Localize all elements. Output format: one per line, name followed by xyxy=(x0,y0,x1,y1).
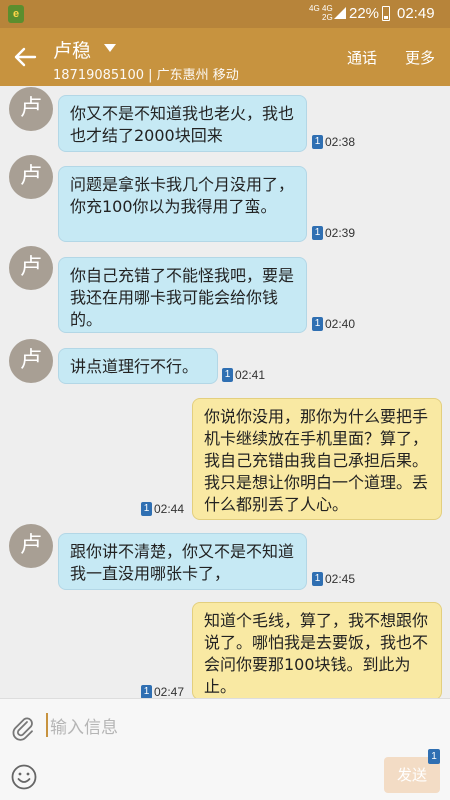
message-meta: 1 02:41 xyxy=(222,367,265,382)
message-time: 02:45 xyxy=(325,571,356,586)
contact-avatar[interactable]: 卢 xyxy=(9,87,53,131)
battery-percent: 22% xyxy=(349,5,380,22)
sim-1-icon: 1 xyxy=(312,134,323,149)
incoming-message-bubble[interactable]: 讲点道理行不行。 xyxy=(58,348,218,384)
dropdown-caret-icon[interactable] xyxy=(104,44,116,52)
attachment-icon[interactable] xyxy=(10,715,36,741)
message-time: 02:40 xyxy=(325,316,356,331)
message-meta: 1 02:39 xyxy=(312,225,355,240)
sim-1-icon[interactable]: 1 xyxy=(428,749,440,764)
message-time: 02:41 xyxy=(235,367,266,382)
message-meta: 1 02:44 xyxy=(141,501,184,516)
emoji-icon[interactable] xyxy=(10,763,38,791)
outgoing-message-bubble[interactable]: 你说你没用，那你为什么要把手机卡继续放在手机里面？算了，我自己充错由我自己承担后… xyxy=(192,398,442,520)
message-time: 02:38 xyxy=(325,134,356,149)
sim-1-icon: 1 xyxy=(312,225,323,240)
sim-1-icon: 1 xyxy=(312,316,323,331)
message-time: 02:47 xyxy=(154,684,185,699)
contact-phone-location: 18719085100 | 广东惠州 移动 xyxy=(53,68,239,83)
contact-avatar[interactable]: 卢 xyxy=(9,524,53,568)
message-meta: 1 02:47 xyxy=(141,684,184,699)
chat-header: 卢稳 18719085100 | 广东惠州 移动 通话 更多 xyxy=(0,28,450,86)
compose-bar: 输入信息 xyxy=(0,698,450,800)
app-notification-icon: e xyxy=(8,5,24,23)
sim-1-icon: 1 xyxy=(141,501,152,516)
incoming-message-bubble[interactable]: 问题是拿张卡我几个月没用了，你充100你以为我得用了蛮。 xyxy=(58,166,307,242)
message-time: 02:44 xyxy=(154,501,185,516)
call-button[interactable]: 通话 xyxy=(347,47,377,68)
sim-1-icon: 1 xyxy=(222,367,233,382)
contact-avatar[interactable]: 卢 xyxy=(9,339,53,383)
incoming-message-bubble[interactable]: 你又不是不知道我也老火，我也也才结了2000块回来 xyxy=(58,95,307,152)
back-arrow-icon[interactable] xyxy=(12,44,38,70)
status-bar: e 4G 4G 2G 22% 02:49 xyxy=(0,0,450,28)
incoming-message-bubble[interactable]: 跟你讲不清楚，你又不是不知道我一直没用哪张卡了， xyxy=(58,533,307,590)
incoming-message-bubble[interactable]: 你自己充错了不能怪我吧，要是我还在用哪卡我可能会给你钱的。 xyxy=(58,257,307,333)
battery-icon xyxy=(382,6,390,21)
network-type-2: 4G 2G xyxy=(322,4,333,22)
more-button[interactable]: 更多 xyxy=(405,47,435,68)
message-meta: 1 02:45 xyxy=(312,571,355,586)
contact-name[interactable]: 卢稳 xyxy=(53,36,91,63)
message-meta: 1 02:38 xyxy=(312,134,355,149)
text-cursor xyxy=(46,713,48,737)
sim-1-icon: 1 xyxy=(312,571,323,586)
message-time: 02:39 xyxy=(325,225,356,240)
contact-avatar[interactable]: 卢 xyxy=(9,246,53,290)
signal-icon xyxy=(334,7,346,19)
message-input[interactable]: 输入信息 xyxy=(50,713,118,738)
status-clock: 02:49 xyxy=(397,5,435,22)
contact-avatar[interactable]: 卢 xyxy=(9,155,53,199)
network-type-1: 4G xyxy=(309,4,320,13)
message-meta: 1 02:40 xyxy=(312,316,355,331)
sim-1-icon: 1 xyxy=(141,684,152,699)
outgoing-message-bubble[interactable]: 知道个毛线，算了，我不想跟你说了。哪怕我是去要饭，我也不会问你要那100块钱。到… xyxy=(192,602,442,700)
